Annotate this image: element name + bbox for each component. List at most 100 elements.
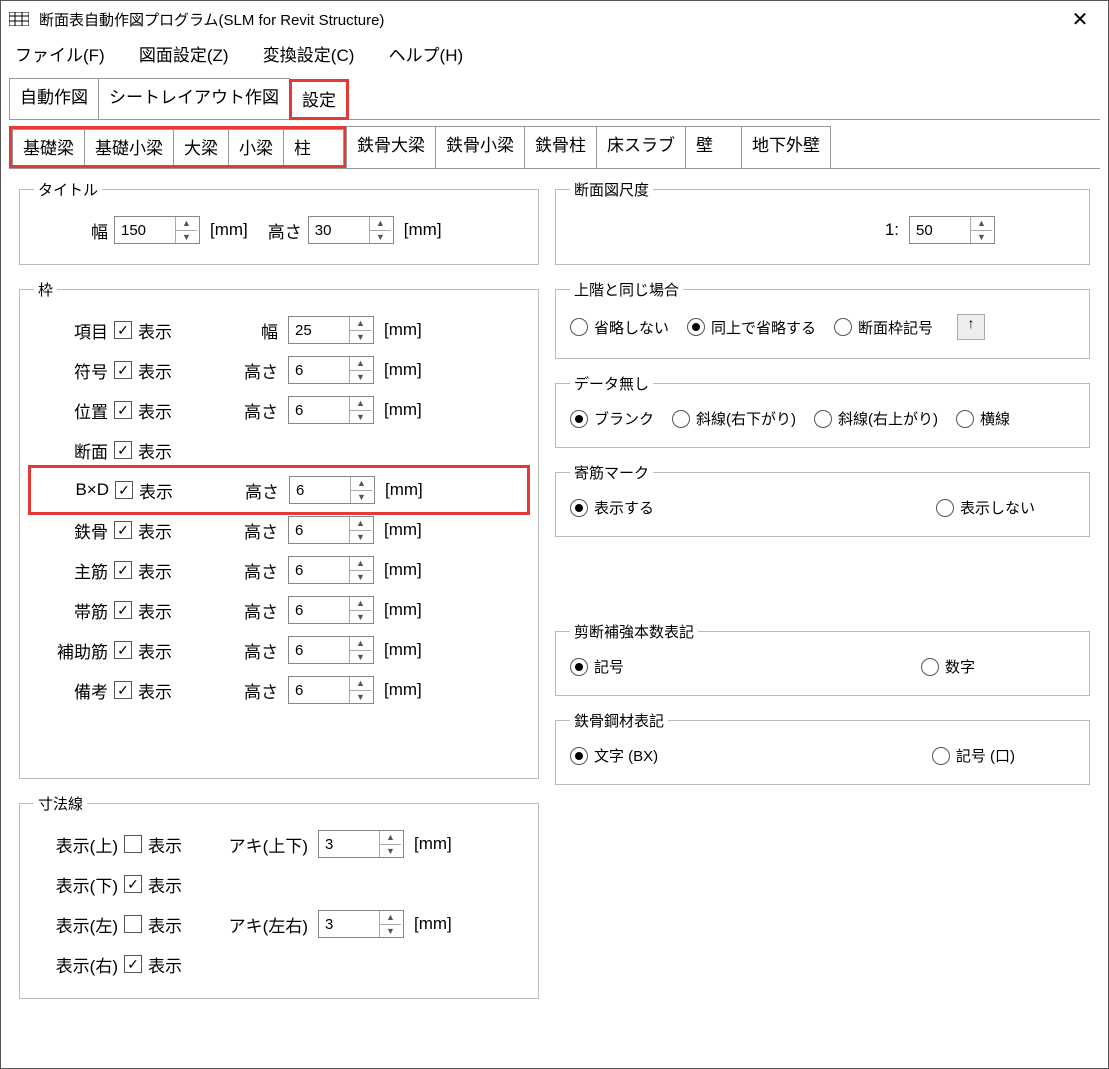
title-height-input[interactable] [309, 217, 369, 243]
shear-opts-opt-0[interactable]: 記号 [570, 656, 624, 677]
group-sameupper: 上階と同じ場合 省略しない同上で省略する断面枠記号↑ [555, 279, 1090, 359]
dimline-bottom-checkbox[interactable] [124, 875, 142, 893]
nodata-opts-opt-3[interactable]: 横線 [956, 408, 1010, 429]
steelmat-opts-opt-0[interactable]: 文字 (BX) [570, 745, 658, 766]
frame-position-spinner[interactable]: ▲▼ [288, 396, 374, 424]
title-width-input[interactable] [115, 217, 175, 243]
frame-item-spinner[interactable]: ▲▼ [288, 316, 374, 344]
tab1-auto[interactable]: 自動作図 [9, 78, 99, 119]
frame-steel-spinner[interactable]: ▲▼ [288, 516, 374, 544]
frame-symbol-checkbox[interactable] [114, 361, 132, 379]
scale-input[interactable] [910, 217, 970, 243]
frame-bxd-checkbox[interactable] [115, 481, 133, 499]
group-frame-legend: 枠 [34, 279, 57, 300]
shear-opts-opt-1[interactable]: 数字 [921, 656, 975, 677]
tab2-10[interactable]: 地下外壁 [741, 126, 831, 168]
frame-remark-checkbox[interactable] [114, 681, 132, 699]
group-steelmat: 鉄骨鋼材表記 文字 (BX)記号 (口) [555, 710, 1090, 785]
frame-hoop-spinner[interactable]: ▲▼ [288, 596, 374, 624]
frame-hoop-checkbox[interactable] [114, 601, 132, 619]
left-column: タイトル 幅 ▲▼ [mm] 高さ ▲▼ [mm] [19, 179, 539, 1013]
right-column: 断面図尺度 1: ▲▼ 上階と同じ場合 省略しない同上で省略する断面枠記号↑ デ… [555, 179, 1090, 1013]
frame-row-hoop: 帯筋 表示高さ ▲▼ [mm] [34, 590, 524, 630]
tab2-1[interactable]: 基礎小梁 [84, 129, 174, 165]
dimline-right-checkbox[interactable] [124, 955, 142, 973]
tab1-settings[interactable]: 設定 [289, 79, 349, 120]
sameupper-symbol-button[interactable]: ↑ [957, 314, 985, 340]
frame-aux-checkbox[interactable] [114, 641, 132, 659]
nodata-opts-opt-0[interactable]: ブランク [570, 408, 654, 429]
nodata-opts-opt-1[interactable]: 斜線(右下がり) [672, 408, 796, 429]
dimline-aki-tb-spinner[interactable]: ▲▼ [318, 830, 404, 858]
frame-aux-dimlabel: 高さ [208, 638, 288, 663]
sameupper-opts-radio-0-icon [570, 318, 588, 336]
frame-aux-spinner[interactable]: ▲▼ [288, 636, 374, 664]
dimline-right-label: 表示(右) [34, 952, 124, 977]
frame-hoop-input[interactable] [289, 597, 349, 623]
dimline-row-bottom: 表示(下) 表示 [34, 864, 524, 904]
tab2-9[interactable]: 壁 [685, 126, 742, 168]
app-icon [9, 12, 29, 26]
frame-position-input[interactable] [289, 397, 349, 423]
title-height-spinner[interactable]: ▲▼ [308, 216, 394, 244]
closemark-opts-opt-1[interactable]: 表示しない [936, 497, 1035, 518]
sameupper-opts-opt-1[interactable]: 同上で省略する [687, 317, 816, 338]
titlebar: 断面表自動作図プログラム(SLM for Revit Structure) ✕ [1, 1, 1108, 37]
menu-help[interactable]: ヘルプ(H) [389, 46, 464, 65]
dimline-aki-lr-label: アキ(左右) [218, 912, 318, 937]
frame-bxd-input[interactable] [290, 477, 350, 503]
frame-position-checkbox[interactable] [114, 401, 132, 419]
spinner-buttons[interactable]: ▲▼ [175, 217, 197, 243]
menu-drawing[interactable]: 図面設定(Z) [139, 46, 229, 65]
steelmat-opts-opt-1[interactable]: 記号 (口) [932, 745, 1015, 766]
frame-main-spinner[interactable]: ▲▼ [288, 556, 374, 584]
shear-opts-radio-1-icon [921, 658, 939, 676]
tab2-2[interactable]: 大梁 [173, 129, 229, 165]
app-window: 断面表自動作図プログラム(SLM for Revit Structure) ✕ … [0, 0, 1109, 1069]
tab1-sheet[interactable]: シートレイアウト作図 [98, 78, 290, 119]
frame-main-checkbox[interactable] [114, 561, 132, 579]
tab2-7[interactable]: 鉄骨柱 [524, 126, 597, 168]
steelmat-opts-radio-0-icon [570, 747, 588, 765]
frame-bxd-spinner[interactable]: ▲▼ [289, 476, 375, 504]
sameupper-opts-opt-0[interactable]: 省略しない [570, 317, 669, 338]
frame-main-label: 主筋 [34, 558, 114, 583]
shear-opts-radio-0-icon [570, 658, 588, 676]
frame-item-checkbox[interactable] [114, 321, 132, 339]
frame-steel-checkbox[interactable] [114, 521, 132, 539]
dimline-left-checkbox[interactable] [124, 915, 142, 933]
tab2-3[interactable]: 小梁 [228, 129, 284, 165]
frame-steel-showlabel: 表示 [138, 518, 208, 543]
frame-main-input[interactable] [289, 557, 349, 583]
group-dimline-legend: 寸法線 [34, 793, 87, 814]
menu-file[interactable]: ファイル(F) [15, 46, 105, 65]
tab2-6[interactable]: 鉄骨小梁 [435, 126, 525, 168]
tab2-5[interactable]: 鉄骨大梁 [346, 126, 436, 168]
dimline-aki-lr-spinner[interactable]: ▲▼ [318, 910, 404, 938]
frame-remark-spinner[interactable]: ▲▼ [288, 676, 374, 704]
sameupper-opts-opt-2[interactable]: 断面枠記号 [834, 317, 933, 338]
frame-aux-input[interactable] [289, 637, 349, 663]
frame-symbol-spinner[interactable]: ▲▼ [288, 356, 374, 384]
tabs-level2: 基礎梁 基礎小梁 大梁 小梁 柱 鉄骨大梁 鉄骨小梁 鉄骨柱 床スラブ 壁 地下… [9, 126, 1100, 168]
nodata-opts-opt-2[interactable]: 斜線(右上がり) [814, 408, 938, 429]
frame-symbol-input[interactable] [289, 357, 349, 383]
frame-remark-input[interactable] [289, 677, 349, 703]
scale-spinner[interactable]: ▲▼ [909, 216, 995, 244]
frame-row-symbol: 符号 表示高さ ▲▼ [mm] [34, 350, 524, 390]
menu-convert[interactable]: 変換設定(C) [263, 46, 355, 65]
tab2-0[interactable]: 基礎梁 [12, 129, 85, 165]
frame-remark-dimlabel: 高さ [208, 678, 288, 703]
tab2-4[interactable]: 柱 [283, 129, 344, 165]
dimline-top-checkbox[interactable] [124, 835, 142, 853]
dimline-bottom-label: 表示(下) [34, 872, 124, 897]
close-button[interactable]: ✕ [1060, 7, 1100, 32]
tab2-8[interactable]: 床スラブ [596, 126, 686, 168]
closemark-opts-opt-0[interactable]: 表示する [570, 497, 654, 518]
frame-section-checkbox[interactable] [114, 441, 132, 459]
frame-bxd-label: B×D [35, 480, 115, 500]
dimline-row-left: 表示(左) 表示アキ(左右) ▲▼ [mm] [34, 904, 524, 944]
frame-steel-input[interactable] [289, 517, 349, 543]
title-width-spinner[interactable]: ▲▼ [114, 216, 200, 244]
frame-item-input[interactable] [289, 317, 349, 343]
